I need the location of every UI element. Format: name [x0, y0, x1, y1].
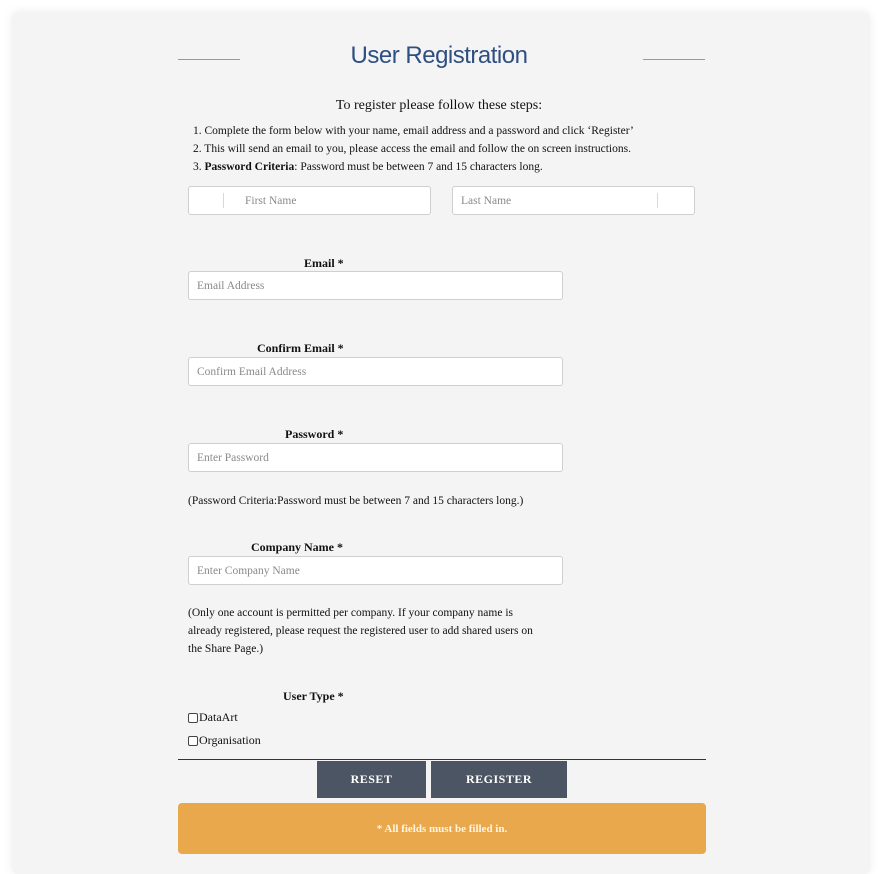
company-name-label: Company Name * — [251, 540, 343, 554]
password-note: (Password Criteria:Password must be betw… — [188, 495, 524, 507]
dataart-label: DataArt — [199, 710, 238, 724]
user-type-label: User Type * — [283, 689, 344, 703]
email-input[interactable] — [195, 278, 556, 293]
confirm-email-label: Confirm Email * — [257, 341, 344, 355]
last-name-input[interactable] — [459, 193, 688, 208]
password-field[interactable] — [188, 443, 563, 472]
field-divider — [657, 193, 658, 208]
user-type-option-organisation[interactable]: Organisation — [188, 733, 261, 748]
company-note-line: already registered, please request the r… — [188, 625, 533, 637]
steps-list: 1. Complete the form below with your nam… — [193, 122, 634, 176]
last-name-field[interactable] — [452, 186, 695, 215]
company-note: (Only one account is permitted per compa… — [188, 604, 533, 658]
step-3: 3. Password Criteria: Password must be b… — [193, 158, 634, 176]
first-name-input[interactable] — [195, 193, 424, 208]
reset-button[interactable]: RESET — [317, 761, 426, 798]
step-3-bold: Password Criteria — [204, 161, 295, 173]
organisation-label: Organisation — [199, 733, 261, 747]
email-label: Email * — [304, 256, 344, 270]
company-note-line: (Only one account is permitted per compa… — [188, 607, 513, 619]
validation-alert: * All fields must be filled in. — [178, 803, 706, 854]
intro-heading: To register please follow these steps: — [335, 98, 543, 113]
register-button[interactable]: REGISTER — [431, 761, 567, 798]
page-title: User Registration — [350, 42, 528, 69]
step-2: 2. This will send an email to you, pleas… — [193, 143, 631, 155]
email-field[interactable] — [188, 271, 563, 300]
company-name-input[interactable] — [195, 563, 556, 578]
step-3-number: 3. — [193, 161, 202, 173]
field-divider — [223, 193, 224, 208]
company-note-line: the Share Page.) — [188, 643, 264, 655]
form-divider — [178, 759, 706, 760]
step-3-rest: : Password must be between 7 and 15 char… — [294, 161, 543, 173]
organisation-checkbox[interactable] — [188, 735, 198, 746]
step-1: 1. Complete the form below with your nam… — [193, 125, 634, 137]
password-label: Password * — [285, 427, 344, 441]
confirm-email-field[interactable] — [188, 357, 563, 386]
company-name-field[interactable] — [188, 556, 563, 585]
confirm-email-input[interactable] — [195, 364, 556, 379]
password-input[interactable] — [195, 450, 556, 465]
first-name-field[interactable] — [188, 186, 431, 215]
dataart-checkbox[interactable] — [188, 712, 198, 723]
user-type-option-dataart[interactable]: DataArt — [188, 710, 238, 725]
